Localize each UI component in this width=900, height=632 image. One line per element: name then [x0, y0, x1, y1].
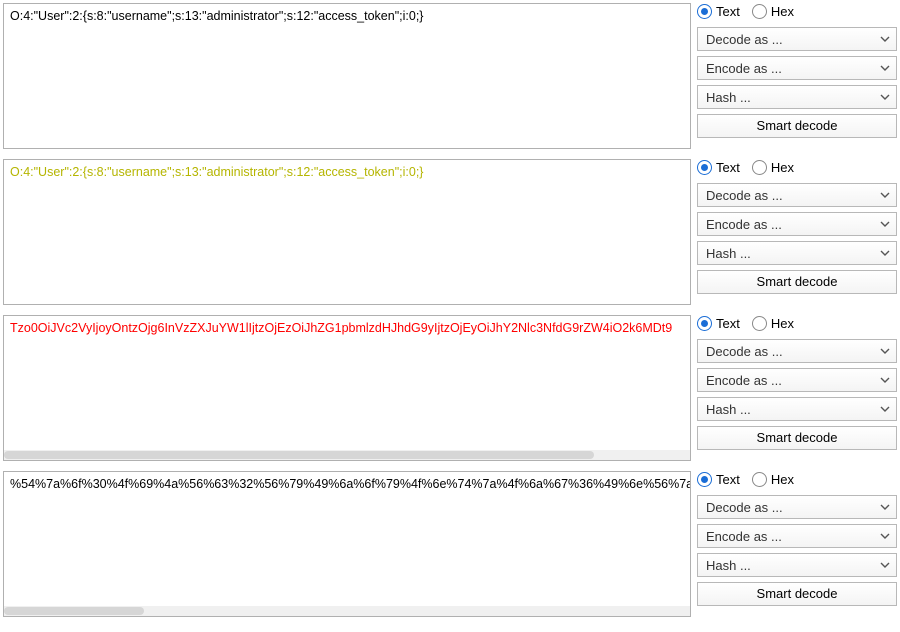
hash-label: Hash ...	[706, 246, 751, 261]
encode-as-select[interactable]: Encode as ...	[697, 56, 897, 80]
decoder-panel: Tzo0OiJVc2VyIjoyOntzOjg6InVzZXJuYW1lIjtz…	[3, 315, 897, 461]
hex-radio-label: Hex	[771, 316, 794, 331]
chevron-down-icon	[880, 562, 890, 568]
encode-as-label: Encode as ...	[706, 61, 782, 76]
smart-decode-label: Smart decode	[757, 430, 838, 445]
hex-radio-label: Hex	[771, 472, 794, 487]
decoder-panel: %54%7a%6f%30%4f%69%4a%56%63%32%56%79%49%…	[3, 471, 897, 617]
text-area-container: O:4:"User":2:{s:8:"username";s:13:"admin…	[3, 159, 691, 305]
format-radio-group: Text Hex	[697, 3, 897, 22]
hash-select[interactable]: Hash ...	[697, 241, 897, 265]
format-radio-group: Text Hex	[697, 315, 897, 334]
hash-label: Hash ...	[706, 402, 751, 417]
radio-icon	[752, 4, 767, 19]
text-area-container: %54%7a%6f%30%4f%69%4a%56%63%32%56%79%49%…	[3, 471, 691, 617]
text-radio[interactable]: Text	[697, 160, 740, 175]
encode-as-label: Encode as ...	[706, 529, 782, 544]
decode-as-select[interactable]: Decode as ...	[697, 495, 897, 519]
smart-decode-label: Smart decode	[757, 118, 838, 133]
chevron-down-icon	[880, 94, 890, 100]
text-radio-label: Text	[716, 472, 740, 487]
horizontal-scrollbar-thumb[interactable]	[4, 451, 594, 459]
decode-as-select[interactable]: Decode as ...	[697, 27, 897, 51]
chevron-down-icon	[880, 221, 890, 227]
encode-as-label: Encode as ...	[706, 373, 782, 388]
text-radio[interactable]: Text	[697, 4, 740, 19]
hex-radio[interactable]: Hex	[752, 316, 794, 331]
hash-select[interactable]: Hash ...	[697, 85, 897, 109]
decoder-panel: O:4:"User":2:{s:8:"username";s:13:"admin…	[3, 159, 897, 305]
chevron-down-icon	[880, 36, 890, 42]
radio-icon	[697, 160, 712, 175]
radio-icon	[697, 316, 712, 331]
chevron-down-icon	[880, 406, 890, 412]
hex-radio[interactable]: Hex	[752, 4, 794, 19]
panel-controls: Text Hex Decode as ... Encode as ... Has…	[697, 3, 897, 149]
smart-decode-button[interactable]: Smart decode	[697, 114, 897, 138]
decode-as-label: Decode as ...	[706, 188, 783, 203]
hex-radio[interactable]: Hex	[752, 160, 794, 175]
radio-icon	[752, 160, 767, 175]
decoder-panel: O:4:"User":2:{s:8:"username";s:13:"admin…	[3, 3, 897, 149]
text-radio[interactable]: Text	[697, 472, 740, 487]
chevron-down-icon	[880, 192, 890, 198]
panel-controls: Text Hex Decode as ... Encode as ... Has…	[697, 315, 897, 461]
smart-decode-button[interactable]: Smart decode	[697, 270, 897, 294]
encode-as-select[interactable]: Encode as ...	[697, 212, 897, 236]
encode-as-label: Encode as ...	[706, 217, 782, 232]
text-area-container: Tzo0OiJVc2VyIjoyOntzOjg6InVzZXJuYW1lIjtz…	[3, 315, 691, 461]
text-input[interactable]: %54%7a%6f%30%4f%69%4a%56%63%32%56%79%49%…	[4, 472, 690, 606]
panel-controls: Text Hex Decode as ... Encode as ... Has…	[697, 471, 897, 617]
chevron-down-icon	[880, 250, 890, 256]
decode-as-label: Decode as ...	[706, 32, 783, 47]
text-area-container: O:4:"User":2:{s:8:"username";s:13:"admin…	[3, 3, 691, 149]
encode-as-select[interactable]: Encode as ...	[697, 524, 897, 548]
smart-decode-label: Smart decode	[757, 586, 838, 601]
hex-radio[interactable]: Hex	[752, 472, 794, 487]
smart-decode-label: Smart decode	[757, 274, 838, 289]
horizontal-scrollbar-thumb[interactable]	[4, 607, 144, 615]
decode-as-select[interactable]: Decode as ...	[697, 183, 897, 207]
text-input[interactable]: O:4:"User":2:{s:8:"username";s:13:"admin…	[4, 160, 690, 304]
format-radio-group: Text Hex	[697, 471, 897, 490]
encode-as-select[interactable]: Encode as ...	[697, 368, 897, 392]
radio-icon	[697, 472, 712, 487]
text-radio-label: Text	[716, 160, 740, 175]
smart-decode-button[interactable]: Smart decode	[697, 582, 897, 606]
decode-as-select[interactable]: Decode as ...	[697, 339, 897, 363]
chevron-down-icon	[880, 504, 890, 510]
hash-label: Hash ...	[706, 90, 751, 105]
format-radio-group: Text Hex	[697, 159, 897, 178]
radio-icon	[752, 316, 767, 331]
hash-label: Hash ...	[706, 558, 751, 573]
hash-select[interactable]: Hash ...	[697, 553, 897, 577]
text-radio-label: Text	[716, 4, 740, 19]
hex-radio-label: Hex	[771, 4, 794, 19]
hex-radio-label: Hex	[771, 160, 794, 175]
horizontal-scrollbar-track[interactable]	[4, 606, 690, 616]
chevron-down-icon	[880, 533, 890, 539]
horizontal-scrollbar-track[interactable]	[4, 450, 690, 460]
decode-as-label: Decode as ...	[706, 500, 783, 515]
chevron-down-icon	[880, 65, 890, 71]
text-radio[interactable]: Text	[697, 316, 740, 331]
smart-decode-button[interactable]: Smart decode	[697, 426, 897, 450]
decode-as-label: Decode as ...	[706, 344, 783, 359]
text-input[interactable]: Tzo0OiJVc2VyIjoyOntzOjg6InVzZXJuYW1lIjtz…	[4, 316, 690, 450]
hash-select[interactable]: Hash ...	[697, 397, 897, 421]
radio-icon	[697, 4, 712, 19]
radio-icon	[752, 472, 767, 487]
text-input[interactable]: O:4:"User":2:{s:8:"username";s:13:"admin…	[4, 4, 690, 148]
text-radio-label: Text	[716, 316, 740, 331]
chevron-down-icon	[880, 348, 890, 354]
chevron-down-icon	[880, 377, 890, 383]
panel-controls: Text Hex Decode as ... Encode as ... Has…	[697, 159, 897, 305]
